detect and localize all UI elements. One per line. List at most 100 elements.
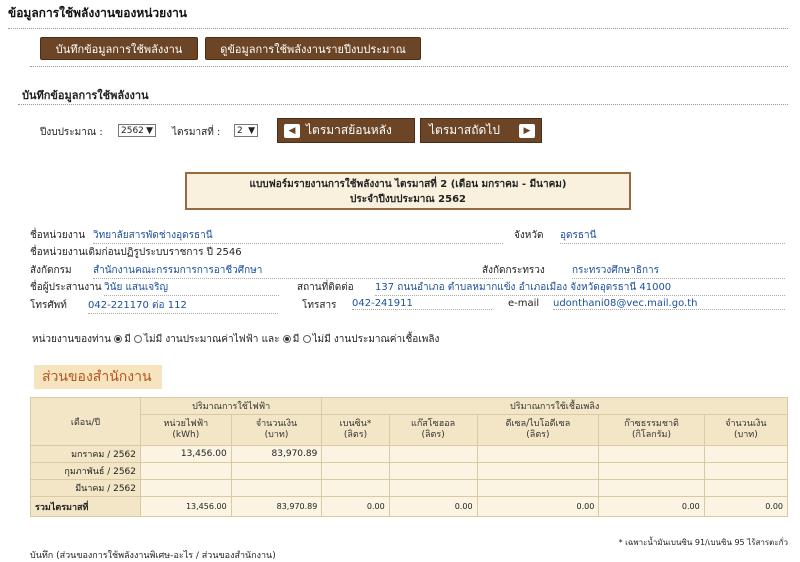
address-label: สถานที่ติดต่อ [297,282,354,293]
table-cell: 13,456.00 [140,445,232,463]
elec-no-radio[interactable] [133,335,142,343]
dropdown-arrow-icon: ▼ [248,125,255,136]
column-header: ดีเซล/ไบโอดีเซล (ลิตร) [476,414,600,446]
table-row: กุมภาพันธ์ / 2562 [30,462,789,480]
next-quarter-label: ไตรมาสถัดไป [429,123,500,137]
year-select[interactable]: 2562 ▼ [118,124,156,137]
office-section-title: ส่วนของสำนักงาน [34,365,162,389]
view-yearly-button[interactable]: ดูข้อมูลการใช้พลังงานรายปีงบประมาณ [205,37,421,60]
year-value: 2562 [121,125,144,136]
province-label: จังหวัด [514,230,544,241]
total-cell: 13,456.00 [140,496,232,517]
divider [30,66,788,67]
column-header: เบนซิน* (ลิตร) [321,414,390,446]
record-energy-button[interactable]: บันทึกข้อมูลการใช้พลังงาน [40,37,198,60]
fuel-yes-label: มี [292,334,300,345]
year-label: ปีงบประมาณ : [40,127,103,138]
table-row: มกราคม / 2562 13,456.00 83,970.89 [30,445,789,463]
table-cell [388,479,478,497]
total-row: รวมไตรมาสที่ 13,456.00 83,970.89 0.00 0.00 0.… [30,496,789,517]
table-row: มีนาคม / 2562 [30,479,789,497]
arrow-right-icon: ▶ [519,123,535,138]
table-cell [476,445,600,463]
budget-radio-row: หน่วยงานของท่าน มี ไม่มี งานประมาณค่าไฟฟ… [32,332,439,347]
phone-value: 042-221170 ต่อ 112 [88,298,278,314]
quarter-select[interactable]: 2 ▼ [234,124,258,137]
form-header-line1: แบบฟอร์มรายงานการใช้พลังงาน ไตรมาสที่ 2 … [249,179,567,190]
elec-yes-label: มี [124,334,131,345]
divider [18,104,788,105]
old-name-label: ชื่อหน่วยงานเดิมก่อนปฏิรูประบบราชการ ปี … [30,247,242,258]
agency-label: ชื่อหน่วยงาน [30,230,86,241]
prev-quarter-button[interactable]: ◀ ไตรมาสย้อนหลัง [277,118,415,143]
ministry-label: สังกัดกระทรวง [482,265,545,276]
officer-label: ชื่อผู้ประสานงาน [30,282,102,293]
fuel-group-header: ปริมาณการใช้เชื้อเพลิง [321,397,788,415]
total-cell: 0.00 [598,496,705,517]
divider [8,28,788,29]
total-cell: 0.00 [703,496,789,517]
fax-label: โทรสาร [302,300,337,311]
section-title: บันทึกข้อมูลการใช้พลังงาน [22,89,149,102]
row-month: มกราคม / 2562 [30,445,141,463]
ministry-value: กระทรวงศึกษาธิการ [572,263,785,279]
province-value: อุดรธานี [560,228,785,244]
phone-label: โทรศัพท์ [30,300,67,311]
fax-value: 042-241911 [352,298,492,310]
email-label: e-mail [508,298,540,309]
bottom-text: บันทึก (ส่วนของการใช้พลังงานพิเศษ-อะไร /… [30,551,276,561]
table-cell [230,479,323,497]
quarter-label: ไตรมาสที่ : [172,127,221,138]
column-header: หน่วยไฟฟ้า (kWh) [140,414,232,446]
table-cell [703,462,789,480]
form-header-line2: ประจำปีงบประมาณ 2562 [349,194,467,205]
table-cell [321,479,390,497]
total-cell: 0.00 [388,496,478,517]
table-cell [598,479,705,497]
column-header: แก๊สโซฮอล (ลิตร) [388,414,478,446]
table-cell [388,462,478,480]
fuel-no-label: ไม่มี งานประมาณค่าเชื้อเพลิง [312,334,440,345]
fuel-yes-radio[interactable] [282,335,291,343]
electricity-group-header: ปริมาณการใช้ไฟฟ้า [139,397,323,415]
month-header: เดือน/ปี [30,397,141,446]
table-cell: 83,970.89 [230,445,323,463]
dropdown-arrow-icon: ▼ [146,125,153,136]
table-cell [230,462,323,480]
energy-table: เดือน/ปี ปริมาณการใช้ไฟฟ้า ปริมาณการใช้เ… [30,397,789,517]
elec-no-label: ไม่มี งานประมาณค่าไฟฟ้า และ [143,334,280,345]
arrow-left-icon: ◀ [284,123,300,138]
row-month: มีนาคม / 2562 [30,479,141,497]
table-cell [321,445,390,463]
quarter-value: 2 [237,125,243,136]
table-cell [703,479,789,497]
table-cell [476,479,600,497]
total-label: รวมไตรมาสที่ [30,496,141,517]
footnote: * เฉพาะน้ำมันเบนซิน 91/เบนซิน 95 ไร้สารต… [618,538,788,547]
table-cell [476,462,600,480]
officer-value: วินัย แสนเจริญ [104,280,279,296]
table-cell [140,462,232,480]
table-cell [321,462,390,480]
dept-label: สังกัดกรม [30,265,72,276]
email-value: udonthani08@vec.mail.go.th [553,298,785,310]
radio-row-prefix: หน่วยงานของท่าน [32,334,112,345]
column-header: จำนวนเงิน (บาท) [230,414,323,446]
total-cell: 83,970.89 [230,496,323,517]
total-cell: 0.00 [476,496,600,517]
table-cell [598,462,705,480]
form-header: แบบฟอร์มรายงานการใช้พลังงาน ไตรมาสที่ 2 … [185,172,631,210]
table-cell [598,445,705,463]
fuel-no-radio[interactable] [302,335,311,343]
dept-value: สำนักงานคณะกรรมการการอาชีวศึกษา [93,263,503,279]
next-quarter-button[interactable]: ไตรมาสถัดไป ▶ [420,118,542,143]
total-cell: 0.00 [321,496,390,517]
column-header: จำนวนเงิน (บาท) [703,414,789,446]
table-cell [703,445,789,463]
column-header: ก๊าซธรรมชาติ (กิโลกรัม) [598,414,705,446]
elec-yes-radio[interactable] [114,335,123,343]
table-cell [140,479,232,497]
page-title: ข้อมูลการใช้พลังงานของหน่วยงาน [8,6,188,20]
agency-value: วิทยาลัยสารพัดช่างอุดรธานี [93,228,503,244]
prev-quarter-label: ไตรมาสย้อนหลัง [306,123,392,137]
